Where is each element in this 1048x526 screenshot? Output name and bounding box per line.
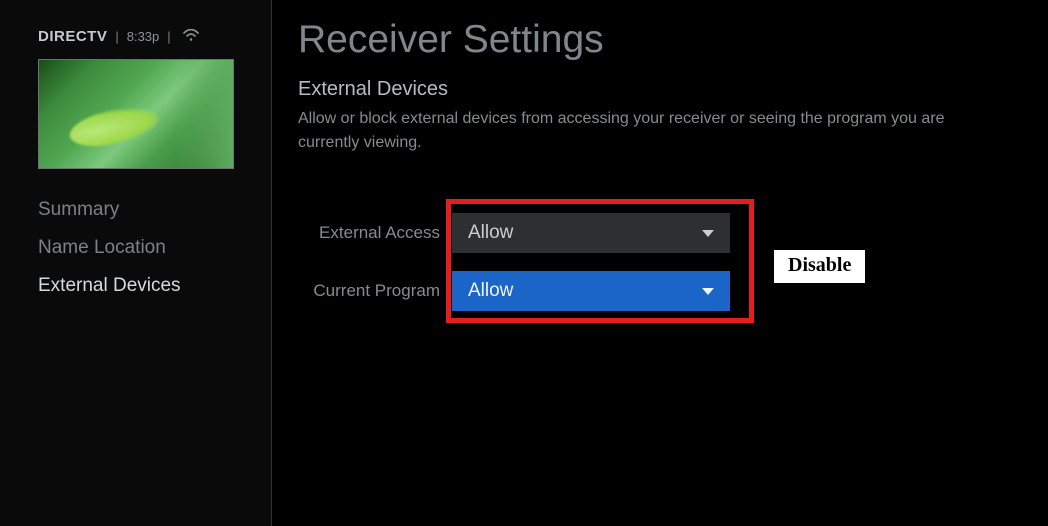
- status-bar: DIRECTV | 8:33p |: [38, 28, 247, 45]
- annotation-label: Disable: [774, 250, 865, 283]
- chevron-down-icon: [702, 230, 714, 237]
- current-program-label: Current Program: [298, 281, 452, 301]
- settings-block: External Access Allow Current Program Al…: [298, 213, 758, 311]
- status-divider: |: [167, 29, 170, 44]
- external-access-label: External Access: [298, 223, 452, 243]
- setting-row-external-access: External Access Allow: [298, 213, 758, 253]
- page-title: Receiver Settings: [298, 18, 1012, 62]
- clock-time: 8:33p: [127, 29, 160, 44]
- sidebar: DIRECTV | 8:33p | Summary Name Location …: [0, 0, 272, 526]
- sidebar-item-name-location[interactable]: Name Location: [38, 229, 247, 267]
- settings-menu: Summary Name Location External Devices: [38, 191, 247, 305]
- status-divider: |: [115, 29, 118, 44]
- main-content: Receiver Settings External Devices Allow…: [272, 0, 1048, 526]
- chevron-down-icon: [702, 288, 714, 295]
- wifi-icon: [183, 29, 199, 44]
- brand-logo: DIRECTV: [38, 28, 107, 45]
- current-program-dropdown[interactable]: Allow: [452, 271, 730, 311]
- external-access-dropdown[interactable]: Allow: [452, 213, 730, 253]
- live-tv-thumbnail[interactable]: [38, 59, 234, 169]
- section-title: External Devices: [298, 78, 1012, 101]
- current-program-value: Allow: [468, 280, 513, 302]
- external-access-value: Allow: [468, 222, 513, 244]
- section-description: Allow or block external devices from acc…: [298, 107, 958, 155]
- sidebar-item-external-devices[interactable]: External Devices: [38, 267, 247, 305]
- setting-row-current-program: Current Program Allow: [298, 271, 758, 311]
- sidebar-item-summary[interactable]: Summary: [38, 191, 247, 229]
